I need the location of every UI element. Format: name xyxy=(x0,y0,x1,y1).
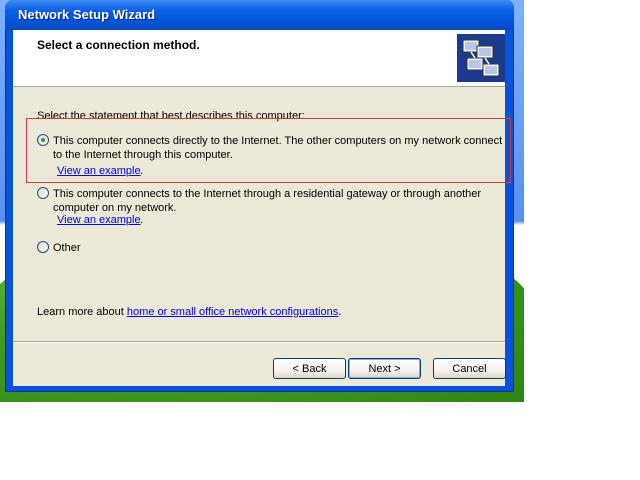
radio-button[interactable] xyxy=(37,187,49,199)
learn-more-text: Learn more about home or small office ne… xyxy=(37,306,342,318)
wizard-window: Network Setup Wizard Select a connection… xyxy=(5,0,514,392)
title-bar[interactable]: Network Setup Wizard xyxy=(5,0,514,30)
next-button[interactable]: Next > xyxy=(348,358,421,379)
view-example-link[interactable]: View an example xyxy=(57,214,141,226)
window-title: Network Setup Wizard xyxy=(18,7,156,22)
option-other[interactable]: Other xyxy=(37,241,507,257)
divider xyxy=(13,341,505,343)
option-label: This computer connects directly to the I… xyxy=(53,135,503,161)
link-suffix: . xyxy=(140,214,144,226)
network-configurations-link[interactable]: home or small office network configurati… xyxy=(127,306,338,318)
dialog-client-area: Select a connection method. Select the s… xyxy=(13,30,511,386)
cancel-button[interactable]: Cancel xyxy=(433,358,506,379)
radio-button-selected[interactable] xyxy=(37,134,49,146)
option-label: This computer connects to the Internet t… xyxy=(53,188,482,214)
network-computers-icon xyxy=(457,34,505,82)
wizard-header: Select a connection method. xyxy=(13,30,505,87)
page-title: Select a connection method. xyxy=(37,38,200,52)
option-gateway-connection[interactable]: This computer connects to the Internet t… xyxy=(37,187,507,229)
view-example-link[interactable]: View an example xyxy=(57,165,141,177)
back-button[interactable]: < Back xyxy=(273,358,346,379)
option-direct-connection[interactable]: This computer connects directly to the I… xyxy=(37,134,507,177)
radio-button[interactable] xyxy=(37,241,49,253)
option-label: Other xyxy=(53,242,81,254)
link-suffix: . xyxy=(140,165,144,177)
